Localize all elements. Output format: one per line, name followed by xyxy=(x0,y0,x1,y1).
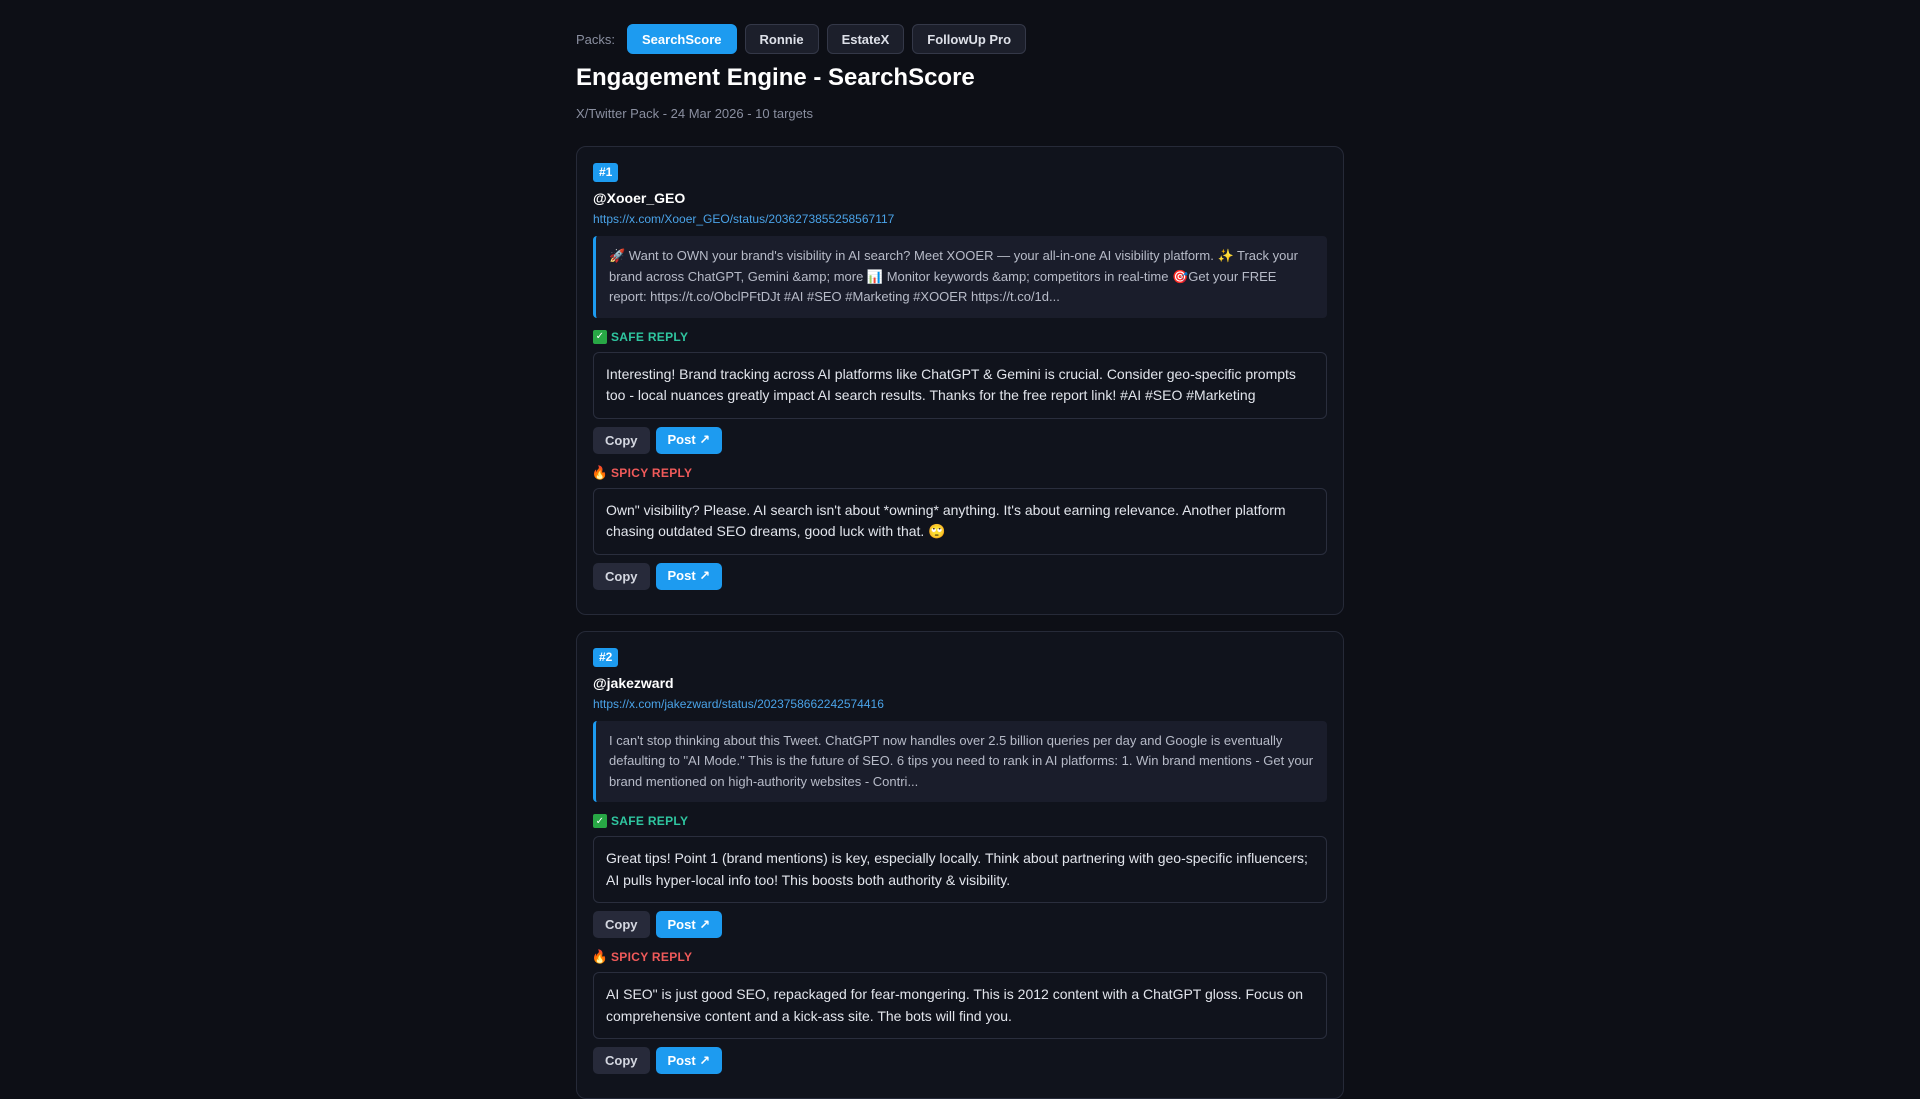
target-handle: @Xooer_GEO xyxy=(593,190,1327,206)
safe-reply-label-text: SAFE REPLY xyxy=(611,330,688,344)
spicy-reply-label: 🔥 SPICY REPLY xyxy=(593,466,1327,480)
spicy-reply-actions: Copy Post ↗ xyxy=(593,1047,1327,1074)
pack-tab-followup-pro[interactable]: FollowUp Pro xyxy=(912,24,1026,54)
copy-button[interactable]: Copy xyxy=(593,427,650,454)
rank-badge: #2 xyxy=(593,648,618,667)
safe-reply-label: ✓ SAFE REPLY xyxy=(593,330,1327,344)
spicy-reply-text: AI SEO" is just good SEO, repackaged for… xyxy=(593,972,1327,1039)
post-button[interactable]: Post ↗ xyxy=(656,1047,723,1074)
safe-reply-text: Great tips! Point 1 (brand mentions) is … xyxy=(593,836,1327,903)
check-icon: ✓ xyxy=(593,814,607,828)
fire-icon: 🔥 xyxy=(593,950,607,964)
spicy-reply-actions: Copy Post ↗ xyxy=(593,563,1327,590)
post-button[interactable]: Post ↗ xyxy=(656,427,723,454)
safe-reply-text: Interesting! Brand tracking across AI pl… xyxy=(593,352,1327,419)
spicy-reply-text: Own" visibility? Please. AI search isn't… xyxy=(593,488,1327,555)
tweet-quote: 🚀 Want to OWN your brand's visibility in… xyxy=(593,236,1327,318)
rank-badge: #1 xyxy=(593,163,618,182)
target-handle: @jakezward xyxy=(593,675,1327,691)
spicy-reply-label: 🔥 SPICY REPLY xyxy=(593,950,1327,964)
tweet-link[interactable]: https://x.com/jakezward/status/202375866… xyxy=(593,697,1327,711)
copy-button[interactable]: Copy xyxy=(593,563,650,590)
safe-reply-label-text: SAFE REPLY xyxy=(611,814,688,828)
post-button[interactable]: Post ↗ xyxy=(656,911,723,938)
tweet-link[interactable]: https://x.com/Xooer_GEO/status/203627385… xyxy=(593,212,1327,226)
check-icon: ✓ xyxy=(593,330,607,344)
packs-bar: Packs: SearchScore Ronnie EstateX Follow… xyxy=(576,0,1344,62)
fire-icon: 🔥 xyxy=(593,466,607,480)
copy-button[interactable]: Copy xyxy=(593,911,650,938)
tweet-quote: I can't stop thinking about this Tweet. … xyxy=(593,721,1327,803)
safe-reply-actions: Copy Post ↗ xyxy=(593,427,1327,454)
packs-label: Packs: xyxy=(576,32,615,47)
target-card: #1 @Xooer_GEO https://x.com/Xooer_GEO/st… xyxy=(576,146,1344,615)
target-card: #2 @jakezward https://x.com/jakezward/st… xyxy=(576,631,1344,1099)
pack-tab-ronnie[interactable]: Ronnie xyxy=(745,24,819,54)
main-container: Packs: SearchScore Ronnie EstateX Follow… xyxy=(576,0,1344,1099)
pack-tab-searchscore[interactable]: SearchScore xyxy=(627,24,737,54)
spicy-reply-label-text: SPICY REPLY xyxy=(611,950,692,964)
safe-reply-actions: Copy Post ↗ xyxy=(593,911,1327,938)
safe-reply-label: ✓ SAFE REPLY xyxy=(593,814,1327,828)
post-button[interactable]: Post ↗ xyxy=(656,563,723,590)
spicy-reply-label-text: SPICY REPLY xyxy=(611,466,692,480)
copy-button[interactable]: Copy xyxy=(593,1047,650,1074)
page-title: Engagement Engine - SearchScore xyxy=(576,62,1344,94)
pack-tab-estatex[interactable]: EstateX xyxy=(827,24,905,54)
page-subtitle: X/Twitter Pack - 24 Mar 2026 - 10 target… xyxy=(576,106,1344,124)
